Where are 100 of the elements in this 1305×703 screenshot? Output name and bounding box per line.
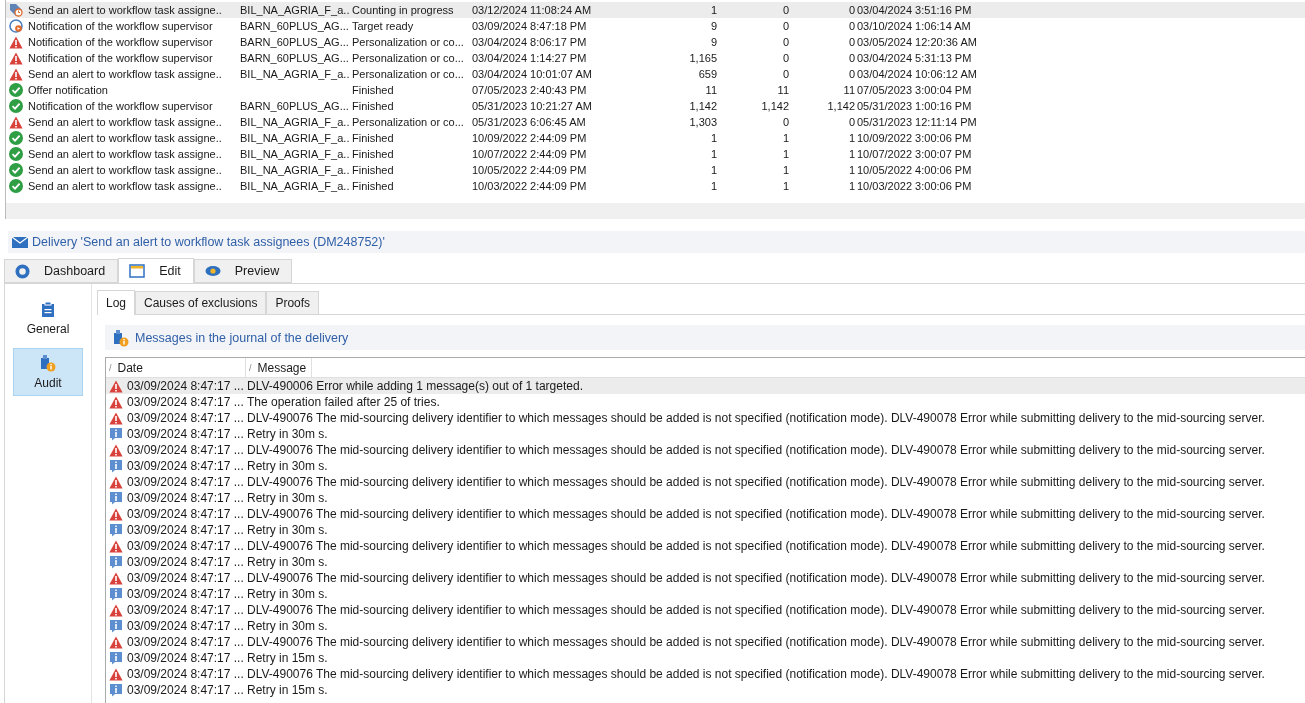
log-date: 03/09/2024 8:47:17 ...	[127, 378, 245, 394]
horizontal-scrollbar[interactable]	[5, 203, 1305, 219]
check-icon	[9, 179, 23, 193]
log-row[interactable]: 03/09/2024 8:47:17 ... Retry in 30m s.	[106, 490, 1305, 506]
log-row[interactable]: 03/09/2024 8:47:17 ... Retry in 30m s.	[106, 426, 1305, 442]
log-message: DLV-490076 The mid-sourcing delivery identifier to which messages should be added is not specified (notification mode). DLV-490078 Error while submitting delivery to the mid-sourcing server.	[247, 602, 1265, 618]
log-row[interactable]: 03/09/2024 8:47:17 ... Retry in 30m s.	[106, 586, 1305, 602]
count-cell-text: 1,165	[688, 51, 717, 66]
log-message: DLV-490076 The mid-sourcing delivery identifier to which messages should be added is not specified (notification mode). DLV-490078 Error while submitting delivery to the mid-sourcing server.	[247, 410, 1265, 426]
count-cell-text: 0	[847, 51, 855, 66]
log-date: 03/09/2024 8:47:17 ...	[127, 666, 245, 682]
log-row[interactable]: 03/09/2024 8:47:17 ... Retry in 15m s.	[106, 650, 1305, 666]
tab[interactable]: Log	[97, 290, 136, 315]
count-cell-text: 0	[847, 67, 855, 82]
delivery-row[interactable]: Send an alert to workflow task assigne.. BIL_NA_AGRIA_F_a.. Personalization or co... 05/31/2023 6:06:45 AM 1,303 0 0 05/31/2023 12:11:14 PM	[6, 114, 1305, 130]
delivery-status: Personalization or co...	[351, 67, 465, 82]
delivery-date: 03/10/2024 1:06:14 AM	[856, 19, 972, 34]
delivery-date: 07/05/2023 2:40:43 PM	[471, 83, 588, 98]
delivery-date: 03/04/2024 5:31:13 PM	[856, 51, 973, 66]
delivery-label: BARN_60PLUS_AG...	[239, 99, 350, 114]
delivery-row[interactable]: Send an alert to workflow task assigne.. BIL_NA_AGRIA_F_a.. Counting in progress 03/12/2024 11:08:24 AM 1 0 0 03/04/2024 3:51:16 PM	[6, 2, 1305, 18]
delivery-row[interactable]: Send an alert to workflow task assigne.. BIL_NA_AGRIA_F_a.. Personalization or co... 03/04/2024 10:01:07 AM 659 0 0 03/04/2024 10:06:12 AM	[6, 66, 1305, 82]
delivery-date: 05/31/2023 10:21:27 AM	[471, 99, 593, 114]
tab[interactable]: Causes of exclusions	[135, 291, 267, 314]
log-date: 03/09/2024 8:47:17 ...	[127, 426, 245, 442]
delivery-row[interactable]: Notification of the workflow supervisor BARN_60PLUS_AG... Personalization or co... 03/04/2024 8:06:17 PM 9 0 0 03/05/2024 12:20:36 AM	[6, 34, 1305, 50]
delivery-row[interactable]: Send an alert to workflow task assigne.. BIL_NA_AGRIA_F_a.. Finished 10/05/2022 2:44:09 PM 1 1 1 10/05/2022 4:00:06 PM	[6, 162, 1305, 178]
delivery-row[interactable]: Notification of the workflow supervisor BARN_60PLUS_AG... Target ready 03/09/2024 8:47:18 PM 9 0 0 03/10/2024 1:06:14 AM	[6, 18, 1305, 34]
sidebar-item[interactable]: Audit	[13, 348, 83, 396]
tab[interactable]: Edit	[118, 258, 194, 283]
check-icon	[9, 147, 23, 161]
log-message: DLV-490076 The mid-sourcing delivery identifier to which messages should be added is not specified (notification mode). DLV-490078 Error while submitting delivery to the mid-sourcing server.	[247, 570, 1265, 586]
column-header[interactable]: / Message	[246, 358, 312, 377]
delivery-date: 10/07/2022 3:00:07 PM	[856, 147, 973, 162]
log-date: 03/09/2024 8:47:17 ...	[127, 474, 245, 490]
check-icon	[9, 99, 23, 113]
tab[interactable]: Dashboard	[4, 259, 119, 283]
log-row[interactable]: 03/09/2024 8:47:17 ... The operation failed after 25 of tries.	[106, 394, 1305, 410]
delivery-status: Finished	[351, 131, 395, 146]
count-cell-text: 11	[842, 83, 855, 98]
count-cell-text: 1,142	[760, 99, 789, 114]
count-cell-text: 1,142	[826, 99, 855, 114]
count-cell-text: 1	[847, 131, 855, 146]
log-message: Retry in 15m s.	[247, 650, 328, 666]
log-date: 03/09/2024 8:47:17 ...	[127, 650, 245, 666]
envelope-icon	[12, 236, 28, 248]
log-date: 03/09/2024 8:47:17 ...	[127, 442, 245, 458]
delivery-row[interactable]: Notification of the workflow supervisor BARN_60PLUS_AG... Personalization or co... 03/04/2024 1:14:27 PM 1,165 0 0 03/04/2024 5:31:13 PM	[6, 50, 1305, 66]
delivery-name: Send an alert to workflow task assigne..	[27, 163, 223, 178]
audit-icon	[40, 354, 56, 372]
count-cell-text: 0	[847, 115, 855, 130]
count-cell-text: 1	[709, 163, 717, 178]
log-message: Retry in 30m s.	[247, 554, 328, 570]
log-row[interactable]: 03/09/2024 8:47:17 ... Retry in 30m s.	[106, 618, 1305, 634]
delivery-date: 03/04/2024 3:51:16 PM	[856, 3, 973, 18]
info-icon	[109, 651, 123, 665]
sidebar-item[interactable]: General	[13, 294, 83, 342]
log-row[interactable]: 03/09/2024 8:47:17 ... Retry in 30m s.	[106, 458, 1305, 474]
warning-icon	[109, 395, 123, 409]
column-header[interactable]: / Date	[106, 358, 246, 377]
info-icon	[109, 587, 123, 601]
log-date: 03/09/2024 8:47:17 ...	[127, 522, 245, 538]
warning-icon	[109, 411, 123, 425]
warning-icon	[109, 571, 123, 585]
count-cell-text: 1	[709, 179, 717, 194]
warning-icon	[109, 475, 123, 489]
delivery-row[interactable]: Send an alert to workflow task assigne.. BIL_NA_AGRIA_F_a.. Finished 10/09/2022 2:44:09 PM 1 1 1 10/09/2022 3:00:06 PM	[6, 130, 1305, 146]
warning-icon	[109, 443, 123, 457]
column-label: Date	[117, 360, 143, 375]
tab[interactable]: Preview	[193, 259, 293, 283]
column-label: Message	[257, 360, 307, 375]
delivery-date: 07/05/2023 3:00:04 PM	[856, 83, 973, 98]
delivery-status: Finished	[351, 179, 395, 194]
info-icon	[109, 619, 123, 633]
log-row[interactable]: 03/09/2024 8:47:17 ... Retry in 30m s.	[106, 554, 1305, 570]
delivery-date: 10/05/2022 2:44:09 PM	[471, 163, 588, 178]
tab[interactable]: Proofs	[266, 291, 320, 314]
log-message: Retry in 30m s.	[247, 522, 328, 538]
warning-icon	[9, 35, 23, 49]
count-cell-text: 1	[847, 147, 855, 162]
delivery-date: 10/05/2022 4:00:06 PM	[856, 163, 973, 178]
log-row[interactable]: 03/09/2024 8:47:17 ... Retry in 30m s.	[106, 522, 1305, 538]
log-date: 03/09/2024 8:47:17 ...	[127, 602, 245, 618]
log-message: Retry in 30m s.	[247, 490, 328, 506]
info-icon	[109, 427, 123, 441]
delivery-row[interactable]: Notification of the workflow supervisor BARN_60PLUS_AG... Finished 05/31/2023 10:21:27 AM 1,142 1,142 1,142 05/31/2023 1:00:16 PM	[6, 98, 1305, 114]
count-cell-text: 1	[847, 163, 855, 178]
delivery-date: 10/09/2022 2:44:09 PM	[471, 131, 588, 146]
delivery-name: Notification of the workflow supervisor	[27, 99, 214, 114]
log-message: DLV-490076 The mid-sourcing delivery identifier to which messages should be added is not specified (notification mode). DLV-490078 Error while submitting delivery to the mid-sourcing server.	[247, 666, 1265, 682]
delivery-title: Delivery 'Send an alert to workflow task assignees (DM248752)'	[32, 235, 385, 249]
delivery-date: 03/09/2024 8:47:18 PM	[471, 19, 588, 34]
count-cell-text: 0	[847, 19, 855, 34]
delivery-row[interactable]: Send an alert to workflow task assigne.. BIL_NA_AGRIA_F_a.. Finished 10/03/2022 2:44:09 PM 1 1 1 10/03/2022 3:00:06 PM	[6, 178, 1305, 194]
delivery-row[interactable]: Send an alert to workflow task assigne.. BIL_NA_AGRIA_F_a.. Finished 10/07/2022 2:44:09 PM 1 1 1 10/07/2022 3:00:07 PM	[6, 146, 1305, 162]
log-date: 03/09/2024 8:47:17 ...	[127, 570, 245, 586]
log-row[interactable]: 03/09/2024 8:47:17 ... Retry in 15m s.	[106, 682, 1305, 698]
log-row[interactable]: 03/09/2024 8:47:17 ... DLV-490006 Error while adding 1 message(s) out of 1 targeted.	[106, 378, 1305, 394]
delivery-status: Target ready	[351, 19, 415, 34]
delivery-row[interactable]: Offer notification Finished 07/05/2023 2:40:43 PM 11 11 11 07/05/2023 3:00:04 PM	[6, 82, 1305, 98]
